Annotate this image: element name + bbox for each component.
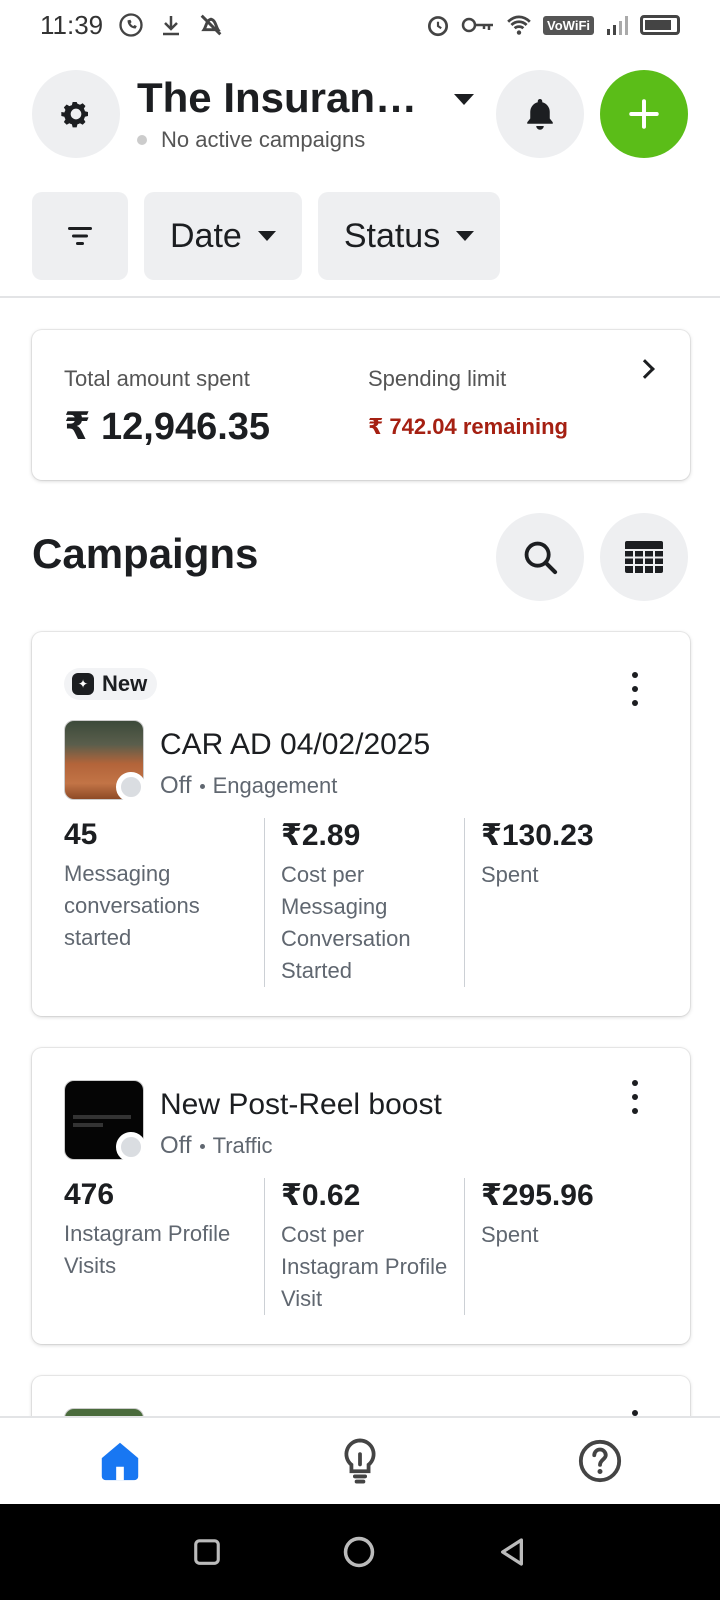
create-campaign-button[interactable] [600,70,688,158]
campaign-metrics: 476 Instagram Profile Visits ₹0.62 Cost … [64,1178,664,1315]
campaign-name[interactable]: New Post-Reel boost [160,1088,442,1122]
recents-icon[interactable] [192,1537,222,1567]
separator-dot [199,783,205,789]
settings-button[interactable] [32,70,120,158]
status-filter-label: Status [343,216,441,255]
alarm-icon [428,16,449,37]
vowifi-badge: VoWiFi [543,15,594,35]
back-icon[interactable] [496,1536,528,1568]
metric-value: 476 [64,1178,115,1211]
campaign-meta: Off Traffic [160,1132,272,1160]
signal-icon [607,16,628,35]
header: The Insurance Guy No active campaigns [0,70,720,160]
nav-help[interactable] [570,1431,630,1491]
whatsapp-icon [119,13,143,37]
chevron-right-icon [635,359,655,379]
system-navigation-bar [0,1504,720,1600]
metric-label: Cost per Instagram Profile Visit [281,1222,448,1311]
separator-dot [199,1143,205,1149]
status-filter-dropdown[interactable]: Status [317,192,501,280]
metric-value: ₹2.89 [281,819,361,852]
more-options-icon[interactable] [630,672,640,706]
campaigns-title: Campaigns [32,530,259,577]
search-icon [524,541,558,575]
status-bar: 11:39 VoWiFi [0,0,720,50]
home-circle-icon[interactable] [342,1535,376,1569]
gear-icon [61,102,88,128]
metric-label: Cost per Messaging Conversation Started [281,862,411,983]
wifi-icon [507,15,531,35]
campaign-card[interactable]: New Post-Reel boost Off Traffic 476 Inst… [32,1048,690,1344]
metric-label: Spent [481,1222,539,1247]
table-view-button[interactable] [600,513,688,601]
campaign-objective: Traffic [212,1133,273,1158]
notification-muted-icon [200,14,222,36]
campaign-status: Off [160,772,192,799]
divider [0,296,720,298]
vpn-key-icon [461,17,494,33]
more-options-icon[interactable] [630,1080,640,1114]
campaign-card[interactable]: ✦ New CAR AD 04/02/2025 Off Engagement 4… [32,632,690,1016]
date-filter-dropdown[interactable]: Date [144,192,302,280]
lightbulb-icon [344,1438,376,1484]
account-selector-title[interactable]: The Insurance Guy [137,74,427,122]
chevron-down-icon[interactable] [454,94,474,105]
campaign-metrics: 45 Messaging conversations started ₹2.89… [64,818,664,987]
date-filter-label: Date [170,216,242,255]
metric-label: Spent [481,862,539,887]
account-status-text: No active campaigns [161,127,366,152]
spending-limit-label: Spending limit [368,366,507,391]
nav-home[interactable] [90,1431,150,1491]
help-icon [578,1439,622,1483]
metric-results: 45 Messaging conversations started [64,818,264,987]
spending-limit-remaining: ₹ 742.04 remaining [368,414,568,439]
bottom-navigation [0,1416,720,1504]
status-dot-icon [137,135,147,145]
chevron-down-icon [456,231,475,241]
filter-row: Date Status [32,192,501,280]
metric-value: ₹130.23 [481,819,594,852]
status-indicator-icon [116,1132,146,1162]
plus-icon [629,99,659,129]
bell-icon [527,99,553,130]
metric-value: 45 [64,818,98,851]
campaign-name[interactable]: CAR AD 04/02/2025 [160,728,430,762]
new-badge: ✦ New [64,668,158,700]
filter-icon [68,227,92,245]
chevron-down-icon [257,231,276,241]
notifications-button[interactable] [496,70,584,158]
clock: 11:39 [40,9,104,40]
download-icon [163,16,180,36]
home-icon [101,1442,139,1481]
table-icon [625,541,663,573]
campaign-status: Off [160,1132,192,1159]
new-badge-label: New [102,671,148,696]
metric-label: Instagram Profile Visits [64,1221,231,1278]
metric-cost-per-result: ₹0.62 Cost per Instagram Profile Visit [264,1178,464,1315]
metric-spent: ₹295.96 Spent [464,1178,664,1315]
account-status: No active campaigns [137,127,365,153]
campaign-objective: Engagement [212,773,338,798]
metric-value: ₹0.62 [281,1179,361,1212]
metric-results: 476 Instagram Profile Visits [64,1178,264,1315]
sparkle-icon: ✦ [72,673,94,695]
battery-icon [640,15,680,35]
spending-summary-card[interactable]: Total amount spent ₹ 12,946.35 Spending … [32,330,690,480]
status-indicator-icon [116,772,146,802]
metric-label: Messaging conversations started [64,861,200,950]
total-spent-value: ₹ 12,946.35 [64,406,271,448]
filter-button[interactable] [32,192,128,280]
nav-tips[interactable] [330,1431,390,1491]
campaign-meta: Off Engagement [160,772,337,800]
metric-value: ₹295.96 [481,1179,594,1212]
total-spent-label: Total amount spent [64,366,250,391]
search-button[interactable] [496,513,584,601]
metric-cost-per-result: ₹2.89 Cost per Messaging Conversation St… [264,818,464,987]
metric-spent: ₹130.23 Spent [464,818,664,987]
